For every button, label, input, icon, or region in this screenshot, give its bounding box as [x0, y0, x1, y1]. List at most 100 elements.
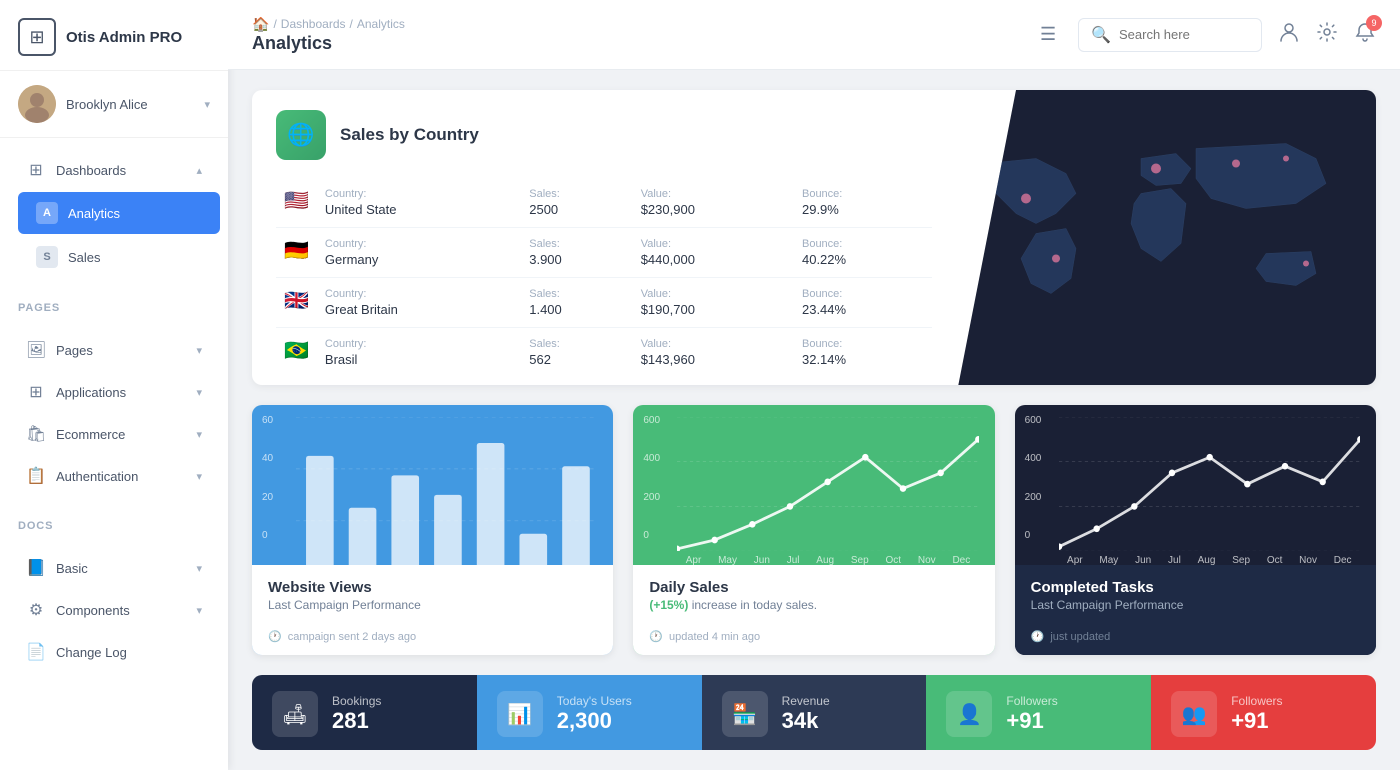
components-icon: ⚙ — [26, 600, 46, 620]
breadcrumb-sep-1: / — [273, 17, 276, 31]
search-input[interactable] — [1119, 27, 1249, 42]
chevron-down-icon: ▾ — [196, 562, 202, 575]
x-label: Jun — [754, 555, 770, 566]
notification-badge: 9 — [1366, 15, 1382, 31]
x-label: May — [1099, 555, 1118, 566]
x-labels: Apr May Jun Jul Aug Sep Oct Nov Dec — [1059, 555, 1360, 570]
table-row: 🇺🇸 Country: United State Sales: 2500 — [276, 178, 932, 228]
footer-text: updated 4 min ago — [669, 631, 760, 643]
value-bounce: 29.9% — [802, 202, 924, 217]
daily-sales-chart: 600 400 200 0 — [633, 405, 994, 565]
stat-value: 281 — [332, 708, 381, 734]
label-sales: Sales: — [529, 188, 624, 200]
main-content: 🏠 / Dashboards / Analytics Analytics ☰ 🔍 — [228, 0, 1400, 770]
page-title: Analytics — [252, 33, 1018, 54]
clock-icon: 🕐 — [649, 630, 663, 643]
sidebar-item-pages[interactable]: 🖼 Pages ▾ — [8, 330, 220, 370]
table-row: 🇬🇧 Country: Great Britain Sales: 1.400 — [276, 278, 932, 328]
value-country: United State — [325, 202, 513, 217]
flag-gb: 🇬🇧 — [284, 290, 309, 312]
value-value: $143,960 — [641, 352, 786, 367]
analytics-badge: A — [36, 202, 58, 224]
label-value: Value: — [641, 338, 786, 350]
authentication-icon: 📋 — [26, 466, 46, 486]
stat-revenue: 🏪 Revenue 34k — [702, 675, 927, 750]
y-label: 400 — [1025, 453, 1042, 464]
user-name: Brooklyn Alice — [66, 97, 194, 112]
website-views-footer: 🕐 campaign sent 2 days ago — [252, 622, 613, 655]
sales-header: 🌐 Sales by Country — [276, 110, 932, 160]
stat-text: Revenue 34k — [782, 694, 830, 734]
breadcrumb-dashboards[interactable]: Dashboards — [281, 17, 346, 31]
label-country: Country: — [325, 188, 513, 200]
value-bounce: 23.44% — [802, 302, 924, 317]
notifications-icon[interactable]: 9 — [1354, 21, 1376, 48]
stat-text: Followers +91 — [1231, 694, 1282, 734]
chevron-down-icon: ▾ — [196, 344, 202, 357]
applications-icon: ⊞ — [26, 382, 46, 402]
x-label: Sep — [851, 555, 869, 566]
sidebar-item-dashboards[interactable]: ⊞ Dashboards ▴ — [8, 150, 220, 190]
y-label: 600 — [1025, 415, 1042, 426]
x-label: May — [718, 555, 737, 566]
sidebar-item-components-label: Components — [56, 603, 130, 618]
sidebar-item-components[interactable]: ⚙ Components ▾ — [8, 590, 220, 630]
sidebar-item-changelog[interactable]: 📄 Change Log — [8, 632, 220, 672]
sidebar-item-analytics[interactable]: A Analytics — [18, 192, 220, 234]
value-sales: 3.900 — [529, 252, 624, 267]
chevron-up-icon: ▴ — [196, 164, 202, 177]
hamburger-button[interactable]: ☰ — [1034, 18, 1062, 51]
y-label: 60 — [262, 415, 273, 426]
chevron-down-icon: ▾ — [196, 386, 202, 399]
chevron-down-icon: ▾ — [196, 428, 202, 441]
sidebar-item-ecommerce[interactable]: 🛍 Ecommerce ▾ — [8, 414, 220, 454]
country-table: 🇺🇸 Country: United State Sales: 2500 — [276, 178, 932, 377]
line-chart-canvas — [677, 417, 978, 551]
y-labels: 600 400 200 0 — [643, 415, 660, 541]
x-label: Oct — [1267, 555, 1283, 566]
x-labels: Apr May Jun Jul Aug Sep Oct Nov Dec — [677, 555, 978, 570]
y-label: 200 — [643, 492, 660, 503]
sidebar-item-basic[interactable]: 📘 Basic ▾ — [8, 548, 220, 588]
changelog-icon: 📄 — [26, 642, 46, 662]
sidebar-item-applications-label: Applications — [56, 385, 126, 400]
stat-text: Followers +91 — [1006, 694, 1057, 734]
x-labels: M T W T F S S — [296, 577, 597, 592]
user-section[interactable]: Brooklyn Alice ▾ — [0, 71, 228, 138]
daily-sales-svg — [677, 417, 978, 551]
x-label: Aug — [1198, 555, 1216, 566]
ecommerce-icon: 🛍 — [26, 424, 46, 444]
sidebar-item-applications[interactable]: ⊞ Applications ▾ — [8, 372, 220, 412]
label-value: Value: — [641, 188, 786, 200]
y-label: 0 — [1025, 530, 1042, 541]
search-box: 🔍 — [1078, 18, 1262, 52]
stat-text: Bookings 281 — [332, 694, 381, 734]
sidebar-item-sales-label: Sales — [68, 250, 101, 265]
search-icon: 🔍 — [1091, 25, 1111, 45]
x-label: S — [573, 577, 580, 588]
extra-icon: 👥 — [1171, 691, 1217, 737]
sidebar-item-sales[interactable]: S Sales — [18, 236, 220, 278]
table-row: 🇧🇷 Country: Brasil Sales: 562 — [276, 328, 932, 378]
stat-label: Today's Users — [557, 694, 632, 708]
user-profile-icon[interactable] — [1278, 21, 1300, 48]
stat-label: Followers — [1006, 694, 1057, 708]
stat-value: 2,300 — [557, 708, 632, 734]
sidebar-item-authentication[interactable]: 📋 Authentication ▾ — [8, 456, 220, 496]
y-label: 0 — [262, 530, 273, 541]
settings-icon[interactable] — [1316, 21, 1338, 48]
sidebar-item-pages-label: Pages — [56, 343, 93, 358]
stats-row: 🛋 Bookings 281 📊 Today's Users 2,300 🏪 R… — [252, 675, 1376, 750]
bar-chart-svg — [296, 417, 597, 573]
stat-today-users: 📊 Today's Users 2,300 — [477, 675, 702, 750]
label-sales: Sales: — [529, 288, 624, 300]
stat-extra: 👥 Followers +91 — [1151, 675, 1376, 750]
completed-tasks-chart: 600 400 200 0 — [1015, 405, 1376, 565]
x-label: Jun — [1135, 555, 1151, 566]
sales-by-country-card: 🌐 Sales by Country 🇺🇸 Country: United St… — [252, 90, 1376, 385]
daily-sales-footer: 🕐 updated 4 min ago — [633, 622, 994, 655]
value-country: Brasil — [325, 352, 513, 367]
flag-de: 🇩🇪 — [284, 240, 309, 262]
x-label: Dec — [952, 555, 970, 566]
map-svg — [956, 90, 1376, 385]
